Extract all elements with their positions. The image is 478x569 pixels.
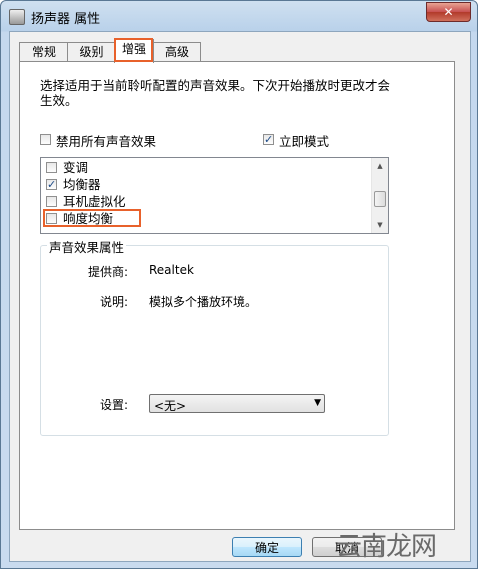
effect-label: 变调 (63, 160, 89, 175)
effect-checkbox[interactable] (46, 162, 57, 173)
properties-window: 扬声器 属性 ✕ 常规 级别 增强 高级 选择适用于当前聆听配置的声音效果。下次… (0, 0, 478, 569)
effect-label: 耳机虚拟化 (63, 194, 126, 209)
scroll-up-arrow-icon[interactable]: ▲ (372, 158, 388, 174)
dialog-client: 常规 级别 增强 高级 选择适用于当前聆听配置的声音效果。下次开始播放时更改才会… (9, 31, 471, 562)
scroll-down-arrow-icon[interactable]: ▼ (372, 217, 388, 233)
speaker-icon (9, 9, 25, 25)
enhancements-panel: 选择适用于当前聆听配置的声音效果。下次开始播放时更改才会生效。 禁用所有声音效果… (19, 61, 455, 530)
settings-value: <无> (154, 399, 187, 413)
description-label: 说明: (100, 295, 129, 309)
item-highlight-box (43, 209, 141, 227)
tab-advanced[interactable]: 高级 (153, 42, 201, 62)
disable-all-checkbox[interactable] (40, 134, 51, 145)
settings-dropdown[interactable]: <无> ▼ (149, 394, 325, 413)
provider-label: 提供商: (88, 265, 129, 279)
window-title: 扬声器 属性 (31, 12, 101, 27)
title-bar[interactable]: 扬声器 属性 ✕ (1, 1, 477, 31)
chevron-down-icon: ▼ (314, 398, 321, 408)
immediate-mode-label: 立即模式 (279, 134, 330, 149)
disable-all-label: 禁用所有声音效果 (56, 134, 157, 149)
effect-properties-group: 声音效果属性 提供商: Realtek 说明: 模拟多个播放环境。 设置: <无… (40, 237, 389, 436)
list-item[interactable]: 耳机虚拟化 (41, 193, 371, 210)
list-item[interactable]: 变调 (41, 159, 371, 176)
effect-label: 均衡器 (63, 177, 101, 192)
tab-levels[interactable]: 级别 (67, 42, 116, 62)
scroll-thumb[interactable] (374, 191, 386, 207)
group-title: 声音效果属性 (47, 237, 127, 256)
description-value: 模拟多个播放环境。 (149, 295, 258, 309)
watermark-text: 云南龙网 (336, 532, 437, 562)
effect-checkbox[interactable] (46, 196, 57, 207)
ok-button[interactable]: 确定 (232, 537, 302, 557)
effect-checkbox[interactable]: ✓ (46, 179, 57, 190)
tab-general[interactable]: 常规 (19, 42, 69, 62)
list-scrollbar[interactable]: ▲ ▼ (371, 158, 388, 233)
settings-label: 设置: (100, 398, 129, 412)
tab-highlight-box (114, 38, 153, 62)
list-item[interactable]: ✓ 均衡器 (41, 176, 371, 193)
provider-value: Realtek (149, 263, 194, 277)
immediate-mode-checkbox[interactable]: ✓ (263, 134, 274, 145)
description-text: 选择适用于当前聆听配置的声音效果。下次开始播放时更改才会生效。 (40, 78, 391, 108)
close-button[interactable]: ✕ (426, 2, 471, 22)
